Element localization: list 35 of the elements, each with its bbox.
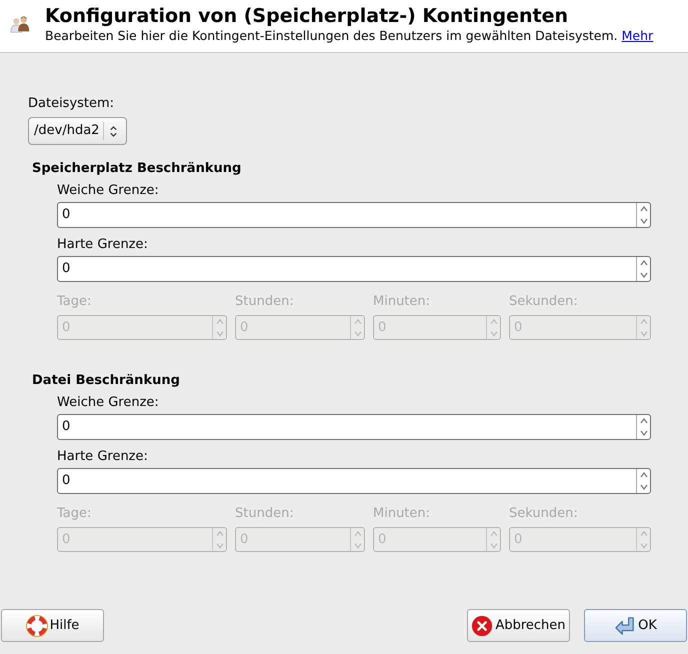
cancel-icon <box>471 614 494 636</box>
users-icon <box>9 14 31 34</box>
section-title: Datei Beschränkung <box>32 373 181 389</box>
updown-icon <box>109 124 118 138</box>
lifebuoy-icon <box>26 614 48 636</box>
more-link[interactable]: Mehr <box>622 28 654 44</box>
field-label: Dateisystem: <box>28 96 114 112</box>
dialog-title: Konfiguration von (Speicherplatz-) Kontingenten <box>45 4 570 28</box>
field-label: Weiche Grenze: <box>57 183 160 199</box>
number-field[interactable]: 0 <box>57 414 651 440</box>
field-label: Weiche Grenze: <box>57 395 160 411</box>
filesystem-dropdown[interactable]: /dev/hda2 <box>28 117 127 145</box>
number-field[interactable]: 0 <box>57 468 651 494</box>
field-label: Tage: <box>57 506 92 522</box>
field-label: Harte Grenze: <box>57 237 149 253</box>
field-label: Stunden: <box>235 506 295 522</box>
section-title: Speicherplatz Beschränkung <box>32 161 242 177</box>
field-label: Harte Grenze: <box>57 449 149 465</box>
enter-arrow-icon <box>614 616 636 636</box>
field-label: Stunden: <box>235 294 295 310</box>
dialog-description: Bearbeiten Sie hier die Kontingent-Einstellungen des Benutzers im gewählten Dateisystem. <box>45 28 618 44</box>
field-label: Sekunden: <box>509 294 579 310</box>
number-field[interactable]: 0 <box>57 202 651 228</box>
ok-button[interactable]: OK <box>584 609 687 642</box>
field-label: Tage: <box>57 294 92 310</box>
help-button[interactable]: Hilfe <box>1 609 104 642</box>
field-label: Minuten: <box>373 294 432 310</box>
cancel-button[interactable]: Abbrechen <box>467 609 570 642</box>
spin-buttons-icon[interactable] <box>636 415 650 439</box>
number-field[interactable]: 0 <box>57 256 651 282</box>
field-label: Minuten: <box>373 506 432 522</box>
spin-buttons-icon[interactable] <box>636 203 650 227</box>
spin-buttons-icon[interactable] <box>636 469 650 493</box>
field-label: Sekunden: <box>509 506 579 522</box>
spin-buttons-icon[interactable] <box>636 257 650 281</box>
